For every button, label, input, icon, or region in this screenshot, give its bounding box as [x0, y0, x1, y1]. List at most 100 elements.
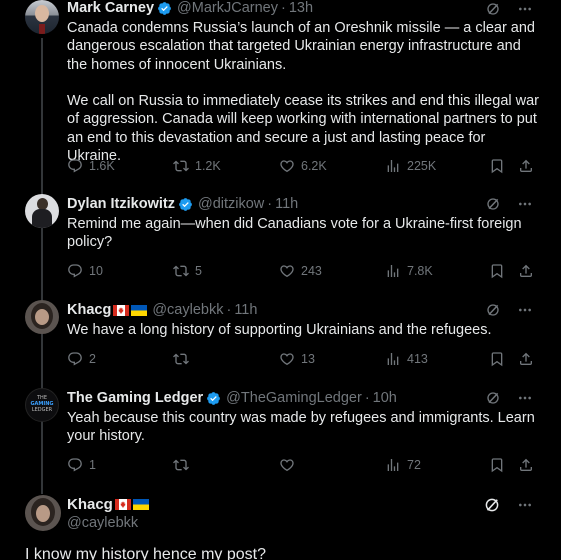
ukraine-flag-icon — [133, 499, 149, 510]
share-icon — [518, 351, 534, 367]
author-handle[interactable]: @TheGamingLedger — [226, 390, 362, 406]
bookmark-button[interactable] — [489, 263, 505, 279]
avatar-text: LEDGER — [31, 407, 53, 413]
ukraine-flag-icon — [131, 305, 147, 316]
timestamp[interactable]: 13h — [289, 0, 313, 16]
views-icon — [385, 263, 401, 279]
reply-button[interactable]: 10 — [67, 263, 103, 279]
more-icon[interactable] — [517, 302, 533, 318]
reply-icon — [67, 263, 83, 279]
verified-badge-icon — [178, 197, 193, 212]
like-button[interactable]: 243 — [279, 263, 322, 279]
timestamp[interactable]: 11h — [275, 196, 298, 212]
action-bar: 1.6K 1.2K 6.2K 225K — [67, 157, 537, 175]
author-handle[interactable]: @ditzikow — [198, 196, 264, 212]
author-name[interactable]: Khacg — [67, 302, 111, 318]
author-handle[interactable]: @caylebkk — [67, 515, 138, 531]
share-icon — [518, 263, 534, 279]
share-icon — [518, 158, 534, 174]
timestamp[interactable]: 10h — [373, 390, 397, 406]
tweet-text: Remind me again—when did Canadians vote … — [67, 216, 526, 251]
repost-icon — [173, 263, 189, 279]
grok-icon[interactable] — [485, 302, 501, 318]
share-button[interactable] — [518, 351, 534, 367]
views-button[interactable]: 7.8K — [385, 263, 433, 279]
like-button[interactable]: 13 — [279, 351, 315, 367]
author-handle[interactable]: @MarkJCarney — [177, 0, 278, 16]
repost-icon — [173, 158, 189, 174]
author-name[interactable]: Dylan Itzikowitz — [67, 196, 175, 212]
bookmark-button[interactable] — [489, 457, 505, 473]
verified-badge-icon — [206, 391, 221, 406]
bookmark-icon — [489, 158, 505, 174]
share-button[interactable] — [518, 457, 534, 473]
avatar[interactable] — [25, 194, 59, 228]
tweet-text: Yeah because this country was made by re… — [67, 410, 539, 445]
canada-flag-icon — [113, 305, 129, 316]
author-name[interactable]: Mark Carney — [67, 0, 154, 16]
share-button[interactable] — [518, 158, 534, 174]
tweet-the-gaming-ledger[interactable]: THE GAMING LEDGER The Gaming Ledger @The… — [0, 388, 561, 480]
grok-icon[interactable] — [485, 1, 501, 17]
more-icon[interactable] — [517, 1, 533, 17]
grok-icon[interactable] — [485, 196, 501, 212]
tweet-text: I know my history hence my post? — [25, 546, 266, 560]
avatar[interactable]: THE GAMING LEDGER — [25, 388, 59, 422]
author-name[interactable]: Khacg — [67, 496, 113, 513]
reply-icon — [67, 351, 83, 367]
more-icon[interactable] — [517, 196, 533, 212]
canada-flag-icon — [115, 499, 131, 510]
avatar[interactable] — [25, 495, 61, 531]
grok-icon[interactable] — [483, 496, 501, 514]
repost-icon — [173, 351, 189, 367]
tweet-dylan-itzikowitz[interactable]: Dylan Itzikowitz @ditzikow · 11h Remind … — [0, 194, 561, 286]
tweet-khacg[interactable]: Khacg @caylebkk · 11h We have a long his… — [0, 300, 561, 374]
repost-icon — [173, 457, 189, 473]
tweet-text: We have a long history of supporting Ukr… — [67, 322, 492, 338]
grok-icon[interactable] — [485, 390, 501, 406]
share-button[interactable] — [518, 263, 534, 279]
reply-icon — [67, 457, 83, 473]
bookmark-button[interactable] — [489, 351, 505, 367]
like-icon — [279, 263, 295, 279]
action-bar: 2 13 413 — [67, 350, 537, 368]
views-button[interactable]: 72 — [385, 457, 421, 473]
like-icon — [279, 158, 295, 174]
author-handle[interactable]: @caylebkk — [152, 302, 223, 318]
views-icon — [385, 457, 401, 473]
like-button[interactable] — [279, 457, 301, 473]
repost-button[interactable]: 5 — [173, 263, 202, 279]
avatar[interactable] — [25, 300, 59, 334]
tweet-header: Khacg — [67, 493, 149, 515]
tweet-khacg-main[interactable]: Khacg @caylebkk I know my history hence … — [0, 492, 561, 560]
reply-icon — [67, 158, 83, 174]
bookmark-button[interactable] — [489, 158, 505, 174]
more-icon[interactable] — [517, 390, 533, 406]
reply-button[interactable]: 2 — [67, 351, 96, 367]
views-button[interactable]: 225K — [385, 158, 436, 174]
views-button[interactable]: 413 — [385, 351, 428, 367]
bookmark-icon — [489, 351, 505, 367]
like-icon — [279, 457, 295, 473]
reply-button[interactable]: 1.6K — [67, 158, 115, 174]
action-bar: 1 72 — [67, 456, 537, 474]
like-button[interactable]: 6.2K — [279, 158, 327, 174]
tweet-mark-carney[interactable]: Mark Carney @MarkJCarney · 13h Canada co… — [0, 0, 561, 190]
like-icon — [279, 351, 295, 367]
bookmark-icon — [489, 457, 505, 473]
more-icon[interactable] — [517, 497, 533, 513]
avatar[interactable] — [25, 0, 59, 34]
reply-button[interactable]: 1 — [67, 457, 96, 473]
views-icon — [385, 158, 401, 174]
bookmark-icon — [489, 263, 505, 279]
author-name[interactable]: The Gaming Ledger — [67, 390, 203, 406]
share-icon — [518, 457, 534, 473]
repost-button[interactable]: 1.2K — [173, 158, 221, 174]
verified-badge-icon — [157, 1, 172, 16]
tweet-text: Canada condemns Russia’s launch of an Or… — [67, 20, 539, 165]
action-bar: 10 5 243 7.8K — [67, 262, 537, 280]
timestamp[interactable]: 11h — [234, 302, 257, 318]
repost-button[interactable] — [173, 351, 195, 367]
repost-button[interactable] — [173, 457, 195, 473]
views-icon — [385, 351, 401, 367]
